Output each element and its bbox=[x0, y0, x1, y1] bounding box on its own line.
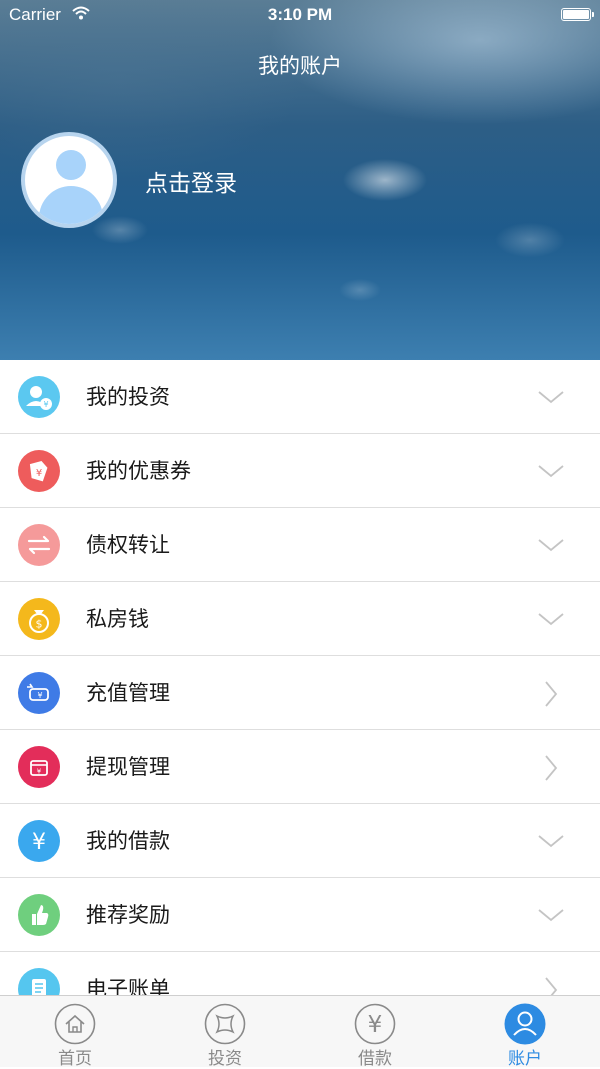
menu-item-referral-rewards[interactable]: 推荐奖励 bbox=[0, 878, 600, 952]
svg-text:¥: ¥ bbox=[36, 468, 42, 479]
battery-icon bbox=[561, 8, 594, 21]
status-time: 3:10 PM bbox=[267, 5, 333, 24]
svg-text:¥: ¥ bbox=[368, 1012, 383, 1038]
withdraw-icon: ¥ bbox=[18, 746, 60, 788]
account-header: Carrier 3:10 PM 我的账户 点击登录 bbox=[0, 0, 600, 360]
yuan-circle-icon: ¥ bbox=[354, 1003, 396, 1045]
menu-item-investment[interactable]: ¥ 我的投资 bbox=[0, 360, 600, 434]
menu-item-withdraw[interactable]: ¥ 提现管理 bbox=[0, 730, 600, 804]
svg-text:¥: ¥ bbox=[37, 691, 42, 700]
money-bag-icon: $ bbox=[18, 598, 60, 640]
user-yuan-icon: ¥ bbox=[18, 376, 60, 418]
invest-icon bbox=[204, 1003, 246, 1045]
tab-label: 账户 bbox=[508, 1049, 542, 1069]
menu-item-my-loans[interactable]: ¥ 我的借款 bbox=[0, 804, 600, 878]
tab-label: 首页 bbox=[58, 1049, 92, 1069]
account-menu-list: ¥ 我的投资 ¥ 我的优惠券 债权转让 $ 私房钱 ¥ 充值管理 ¥ 提现管理 … bbox=[0, 360, 600, 995]
tab-label: 投资 bbox=[208, 1049, 242, 1069]
page-title: 我的账户 bbox=[258, 54, 342, 78]
tab-account[interactable]: 账户 bbox=[450, 996, 600, 1069]
bill-icon bbox=[18, 968, 60, 995]
svg-text:¥: ¥ bbox=[37, 768, 42, 776]
svg-text:$: $ bbox=[36, 618, 43, 631]
transfer-arrows-icon bbox=[18, 524, 60, 566]
menu-item-label: 提现管理 bbox=[86, 755, 170, 779]
menu-item-label: 电子账单 bbox=[86, 977, 170, 995]
tab-borrow[interactable]: ¥ 借款 bbox=[300, 996, 450, 1069]
chevron-down-icon bbox=[538, 613, 564, 626]
chevron-down-icon bbox=[538, 909, 564, 922]
coupon-tag-icon: ¥ bbox=[18, 450, 60, 492]
thumbs-up-icon bbox=[18, 894, 60, 936]
avatar[interactable] bbox=[21, 132, 117, 228]
home-icon bbox=[54, 1003, 96, 1045]
menu-item-label: 债权转让 bbox=[86, 533, 170, 557]
menu-item-recharge[interactable]: ¥ 充值管理 bbox=[0, 656, 600, 730]
chevron-down-icon bbox=[538, 465, 564, 478]
login-link[interactable]: 点击登录 bbox=[145, 164, 237, 198]
menu-item-label: 充值管理 bbox=[86, 681, 170, 705]
tab-bar: 首页 投资 ¥ 借款 账户 bbox=[0, 995, 600, 1069]
avatar-head bbox=[56, 150, 86, 180]
chevron-right-icon bbox=[545, 977, 558, 995]
account-icon bbox=[504, 1003, 546, 1045]
chevron-down-icon bbox=[538, 391, 564, 404]
chevron-down-icon bbox=[538, 835, 564, 848]
menu-item-debt-transfer[interactable]: 债权转让 bbox=[0, 508, 600, 582]
svg-text:¥: ¥ bbox=[32, 830, 46, 855]
yuan-icon: ¥ bbox=[18, 820, 60, 862]
menu-item-label: 我的借款 bbox=[86, 829, 170, 853]
avatar-body bbox=[39, 186, 103, 224]
tab-invest[interactable]: 投资 bbox=[150, 996, 300, 1069]
menu-item-label: 我的投资 bbox=[86, 385, 170, 409]
menu-item-label: 我的优惠券 bbox=[86, 459, 191, 483]
tab-label: 借款 bbox=[358, 1049, 392, 1069]
menu-item-private-savings[interactable]: $ 私房钱 bbox=[0, 582, 600, 656]
menu-item-label: 推荐奖励 bbox=[86, 903, 170, 927]
chevron-right-icon bbox=[545, 681, 558, 707]
menu-item-e-bill[interactable]: 电子账单 bbox=[0, 952, 600, 995]
menu-item-label: 私房钱 bbox=[86, 607, 149, 631]
chevron-down-icon bbox=[538, 539, 564, 552]
recharge-icon: ¥ bbox=[18, 672, 60, 714]
status-bar: Carrier 3:10 PM bbox=[0, 0, 600, 30]
chevron-right-icon bbox=[545, 755, 558, 781]
menu-item-coupons[interactable]: ¥ 我的优惠券 bbox=[0, 434, 600, 508]
svg-text:¥: ¥ bbox=[43, 400, 48, 409]
tab-home[interactable]: 首页 bbox=[0, 996, 150, 1069]
